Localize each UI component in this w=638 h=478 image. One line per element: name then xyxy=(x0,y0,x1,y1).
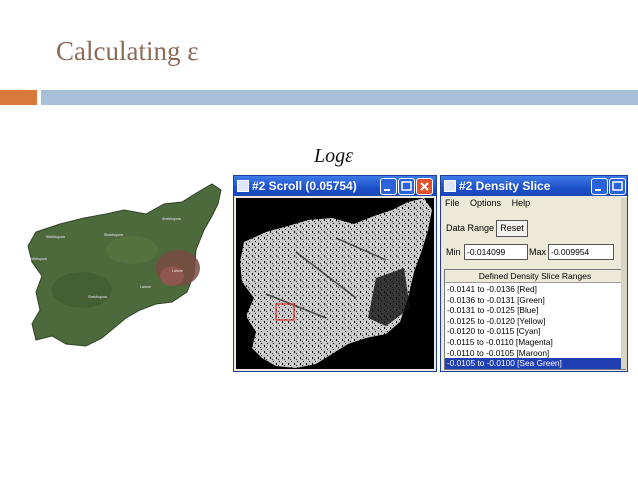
title-underline-bar xyxy=(41,90,638,105)
minimize-icon xyxy=(595,189,601,191)
range-item[interactable]: -0.0120 to -0.0115 [Cyan] xyxy=(445,326,625,337)
maximize-button[interactable] xyxy=(398,178,415,195)
menu-bar: File Options Help xyxy=(441,196,627,210)
maximize-icon xyxy=(401,181,412,191)
reset-button[interactable]: Reset xyxy=(496,220,528,237)
map-place-label: Shekhupura xyxy=(28,257,47,261)
maximize-button[interactable] xyxy=(609,178,626,195)
menu-file[interactable]: File xyxy=(445,198,460,208)
satellite-district-map: Shekhupura Shekhupura Shekhupura Shekhup… xyxy=(27,183,222,347)
menu-options[interactable]: Options xyxy=(470,198,501,208)
max-value-field[interactable]: -0.009954 xyxy=(548,244,614,260)
minimize-button[interactable] xyxy=(591,178,608,195)
density-slice-ranges-list[interactable]: Defined Density Slice Ranges -0.0141 to … xyxy=(444,269,626,370)
density-slice-title: #2 Density Slice xyxy=(459,179,551,193)
log-epsilon-image[interactable] xyxy=(236,198,434,369)
density-slice-window[interactable]: #2 Density Slice File Options Help Data … xyxy=(440,175,628,372)
minimize-icon xyxy=(384,189,390,191)
map-place-label: Shekhupura xyxy=(88,295,107,299)
range-item[interactable]: -0.0110 to -0.0105 [Maroon] xyxy=(445,348,625,359)
maximize-icon xyxy=(612,181,623,191)
map-place-label: Shekhupura xyxy=(46,235,65,239)
window-edge-scrollbar[interactable] xyxy=(621,198,627,369)
log-epsilon-label: Logε xyxy=(314,145,354,167)
range-item-selected[interactable]: -0.0105 to -0.0100 [Sea Green] xyxy=(445,358,625,369)
range-item[interactable]: -0.0131 to -0.0125 [Blue] xyxy=(445,305,625,316)
scroll-window-title: #2 Scroll (0.05754) xyxy=(252,179,357,193)
close-button[interactable] xyxy=(416,178,433,195)
scroll-window[interactable]: #2 Scroll (0.05754) xyxy=(233,175,437,372)
data-range-label: Data Range xyxy=(446,223,495,233)
window-app-icon xyxy=(237,180,249,192)
close-icon xyxy=(420,182,429,191)
min-label: Min xyxy=(446,247,461,257)
min-value-field[interactable]: -0.014099 xyxy=(464,244,528,260)
density-slice-titlebar[interactable]: #2 Density Slice xyxy=(441,176,627,196)
range-item[interactable]: -0.0136 to -0.0131 [Green] xyxy=(445,295,625,306)
minimize-button[interactable] xyxy=(380,178,397,195)
accent-bar xyxy=(0,90,37,105)
window-app-icon xyxy=(444,180,456,192)
ranges-header: Defined Density Slice Ranges xyxy=(445,270,625,283)
range-item[interactable]: -0.0125 to -0.0120 [Yellow] xyxy=(445,316,625,327)
max-label: Max xyxy=(529,247,547,257)
scroll-window-titlebar[interactable]: #2 Scroll (0.05754) xyxy=(234,176,436,196)
map-place-label: Lahore xyxy=(172,269,183,273)
map-place-label: Shekhupura xyxy=(162,217,181,221)
log-epsilon-district-image xyxy=(240,198,432,368)
map-place-label: Shekhupura xyxy=(104,233,123,237)
range-item[interactable]: -0.0115 to -0.0110 [Magenta] xyxy=(445,337,625,348)
range-item[interactable]: -0.0141 to -0.0136 [Red] xyxy=(445,284,625,295)
map-place-label: Lahore xyxy=(140,285,151,289)
menu-help[interactable]: Help xyxy=(512,198,531,208)
slide-title: Calculating ε xyxy=(56,36,199,66)
